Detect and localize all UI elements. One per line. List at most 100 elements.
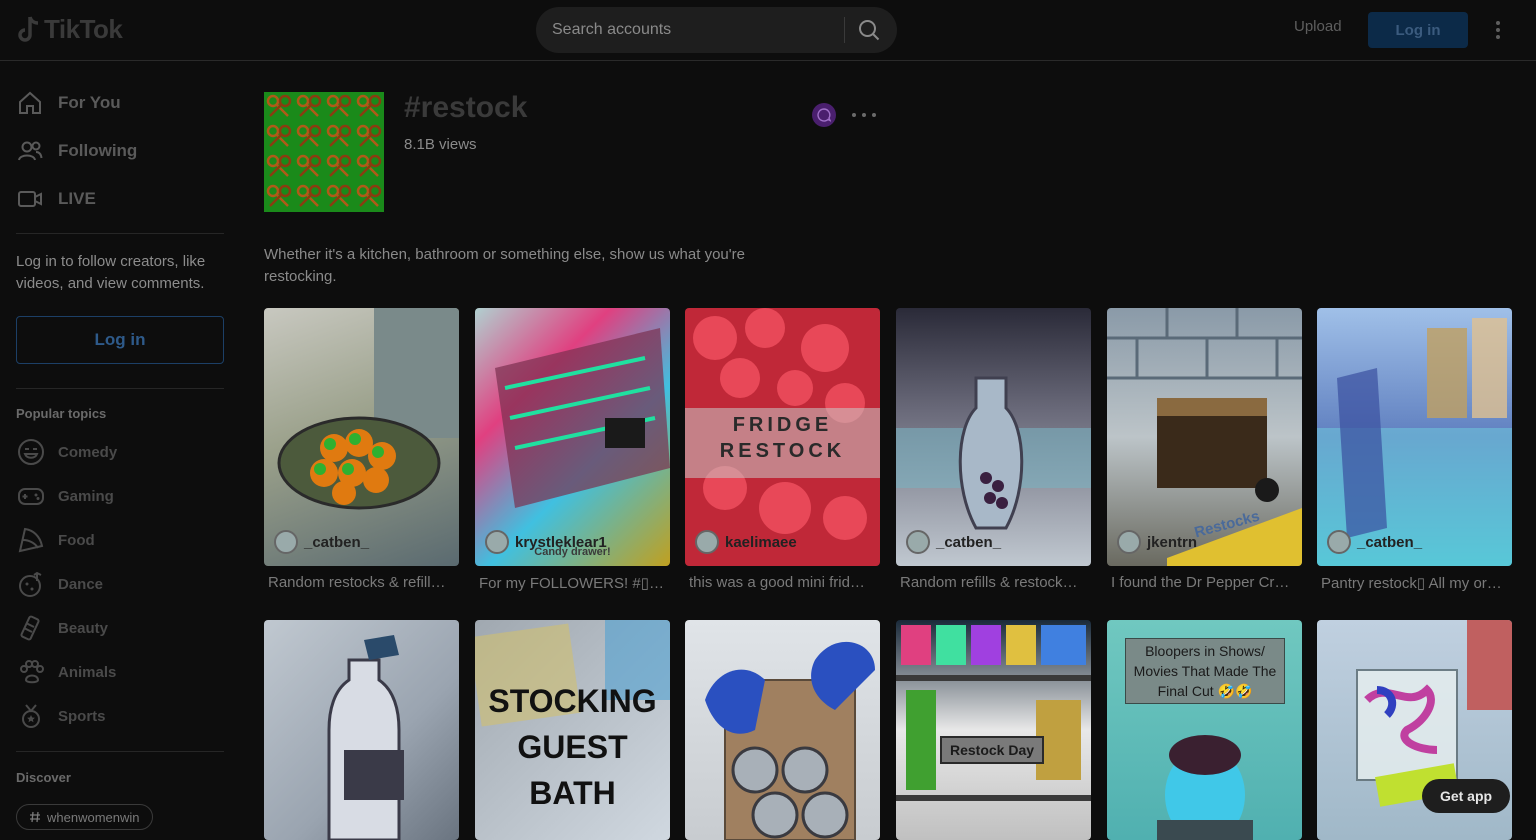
video-thumbnail[interactable]: FRIDGE RESTOCK kaelimaee [685,308,880,566]
video-author[interactable]: _catben_ [1327,530,1422,554]
topic-label: Dance [58,575,104,593]
avatar [274,530,298,554]
more-menu-icon[interactable] [1488,18,1508,42]
topic-food[interactable]: Food [16,520,224,560]
nav-label: Following [58,141,138,160]
avatar [1327,530,1351,554]
topic-dance[interactable]: Dance [16,564,224,604]
author-name: kaelimaee [725,533,797,551]
search-button[interactable] [852,17,886,43]
tiktok-note-icon [16,15,40,45]
video-card[interactable]: FRIDGE RESTOCK kaelimaee this was a good… [685,308,880,591]
video-thumbnail[interactable]: Bloopers in Shows/ Movies That Made The … [1107,620,1302,840]
video-caption: Pantry restock▯ All my or… [1321,575,1502,592]
discover-title: Discover [16,770,71,785]
video-thumbnail[interactable]: Restock Day [896,620,1091,840]
divider [16,233,224,234]
avatar [695,530,719,554]
divider [16,751,224,752]
nav-following[interactable]: Following [16,131,224,171]
avatar [906,530,930,554]
search-bar [536,7,897,53]
topic-label: Beauty [58,619,109,637]
video-thumbnail[interactable]: Candy drawer! krystleklear1 [475,308,670,566]
hashtag-description: Whether it's a kitchen, bathroom or some… [264,246,745,285]
live-icon [18,191,42,207]
video-thumbnail[interactable]: _catben_ [896,308,1091,566]
hashtag-views: 8.1B views [404,136,477,153]
video-card[interactable]: _catben_ Random refills & restock… [896,308,1091,591]
video-card[interactable]: _catben_ Random restocks & refill… [264,308,459,591]
animals-icon [16,657,46,687]
video-card[interactable]: STOCKING GUEST BATH [475,620,670,840]
video-author[interactable]: _catben_ [274,530,369,554]
video-card[interactable]: Candy drawer! krystleklear1 For my FOLLO… [475,308,670,592]
author-name: krystleklear1 [515,533,607,551]
video-author[interactable]: _catben_ [906,530,1001,554]
discover-chip-label: whenwomenwin [47,809,140,825]
search-divider [844,17,845,43]
topic-sports[interactable]: Sports [16,696,224,736]
search-input[interactable] [552,18,852,42]
video-card[interactable] [264,620,459,840]
beauty-icon [16,613,46,643]
hashtag-title: #restock [404,91,528,124]
author-name: _catben_ [936,533,1002,551]
divider [16,388,224,389]
video-overlay-text: STOCKING GUEST BATH [488,683,657,811]
video-caption: Random restocks & refill… [268,574,446,591]
discover-chip[interactable]: whenwomenwin [16,804,153,830]
food-icon [16,525,46,555]
login-button-header[interactable]: Log in [1368,12,1468,48]
video-card[interactable]: _catben_ Pantry restock▯ All my or… [1317,308,1512,592]
sports-icon [16,701,46,731]
users-icon [18,141,43,161]
video-thumbnail[interactable] [264,620,459,840]
topic-label: Gaming [58,487,114,505]
video-caption: Random refills & restock… [900,574,1078,591]
video-thumbnail[interactable]: STOCKING GUEST BATH [475,620,670,840]
more-options-icon[interactable] [852,113,876,117]
nav-live[interactable]: LIVE [16,179,224,219]
dance-icon [16,569,46,599]
nav-for-you[interactable]: For You [16,83,224,123]
author-name: _catben_ [1357,533,1423,551]
comedy-icon [16,437,46,467]
author-name: jkentrn [1147,533,1198,551]
video-card[interactable]: Restocks jkentrn I found the Dr Pepper C… [1107,308,1302,591]
login-hint-text: Log in to follow creators, like videos, … [16,253,206,292]
video-overlay-text: Bloopers in Shows/ Movies That Made The … [1125,638,1285,704]
video-card[interactable]: Restock Day [896,620,1091,840]
author-name: _catben_ [304,533,370,551]
video-thumbnail[interactable]: _catben_ [1317,308,1512,566]
hashtag-cover-image [264,92,384,212]
topic-beauty[interactable]: Beauty [16,608,224,648]
video-card[interactable]: Bloopers in Shows/ Movies That Made The … [1107,620,1302,840]
video-thumbnail[interactable]: _catben_ [264,308,459,566]
hashtag-icon [30,811,40,823]
video-author[interactable]: krystleklear1 [485,530,607,554]
tiktok-logo[interactable]: TikTok [16,14,123,45]
popular-topics-title: Popular topics [16,406,107,421]
video-caption: I found the Dr Pepper Cr… [1111,574,1290,591]
topic-gaming[interactable]: Gaming [16,476,224,516]
main-content: #restock 8.1B views Whether it's a kitch… [264,61,1536,840]
video-author[interactable]: jkentrn [1117,530,1197,554]
video-card[interactable] [685,620,880,840]
video-caption: this was a good mini frid… [689,574,865,591]
search-icon [859,20,880,41]
upload-link[interactable]: Upload [1294,18,1342,35]
nav-label: For You [58,93,121,112]
top-bar: TikTok Upload Log in [0,0,1536,61]
video-thumbnail[interactable]: Restocks jkentrn [1107,308,1302,566]
gaming-icon [16,481,46,511]
video-thumbnail[interactable] [685,620,880,840]
topic-label: Food [58,531,95,549]
get-app-button[interactable]: Get app [1422,779,1510,813]
topic-animals[interactable]: Animals [16,652,224,692]
video-author[interactable]: kaelimaee [695,530,797,554]
share-icon[interactable] [812,103,836,127]
topic-comedy[interactable]: Comedy [16,432,224,472]
login-button-sidebar[interactable]: Log in [16,316,224,364]
nav-label: LIVE [58,189,96,208]
